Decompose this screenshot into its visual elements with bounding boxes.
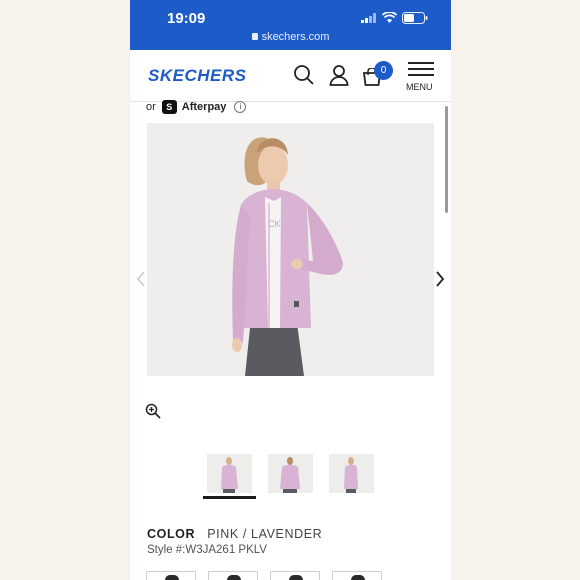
skechers-logo[interactable]: SKECHERS [148,66,246,86]
thumbnail-side[interactable] [329,454,374,493]
color-row: COLOR PINK / LAVENDER [147,527,322,541]
thumbnail-back[interactable] [268,454,313,493]
user-icon[interactable] [329,64,349,86]
model-photo: CK [232,137,343,376]
thumbnail-active-indicator [203,496,256,499]
phone-screen: 19:09 skechers.com SKECHERS 0 MENU or S … [130,0,451,580]
battery-icon [402,12,428,24]
shirt-print: CK [268,219,281,229]
zoom-in-icon[interactable] [145,403,161,419]
thumbnail-front[interactable] [207,454,252,493]
color-swatch[interactable] [270,571,320,580]
afterpay-logo: S [161,100,177,114]
color-swatch[interactable] [208,571,258,580]
color-swatch[interactable] [332,571,382,580]
url-text: skechers.com [261,31,330,43]
url-bar[interactable]: skechers.com [130,31,451,43]
scrollbar[interactable] [445,106,448,213]
chevron-left-icon[interactable] [136,271,146,287]
afterpay-prefix: or [146,101,156,113]
product-main-image[interactable]: CK [147,123,434,376]
status-bar: 19:09 skechers.com [130,0,451,50]
thumbnail-image [344,457,358,493]
signal-icon [361,13,376,23]
wifi-icon [382,12,397,23]
color-label: COLOR [147,527,196,541]
chevron-right-icon[interactable] [435,271,445,287]
color-value: PINK / LAVENDER [207,527,323,541]
style-number: Style #:W3JA261 PKLV [147,544,267,556]
color-swatch[interactable] [146,571,196,580]
lock-icon [251,33,258,40]
afterpay-name: Afterpay [181,101,227,113]
thumbnail-image [280,457,300,493]
status-time: 19:09 [167,10,206,27]
info-icon[interactable]: i [234,101,247,113]
menu-label[interactable]: MENU [406,82,433,92]
hamburger-icon[interactable] [408,61,434,79]
afterpay-row: or S Afterpay i [146,99,247,115]
cart-count-badge[interactable]: 0 [374,61,393,80]
color-swatch-row [146,571,394,580]
thumbnail-image [221,457,238,493]
search-icon[interactable] [293,64,315,86]
thumbnail-strip [207,454,390,493]
site-header: SKECHERS 0 MENU [130,50,451,102]
